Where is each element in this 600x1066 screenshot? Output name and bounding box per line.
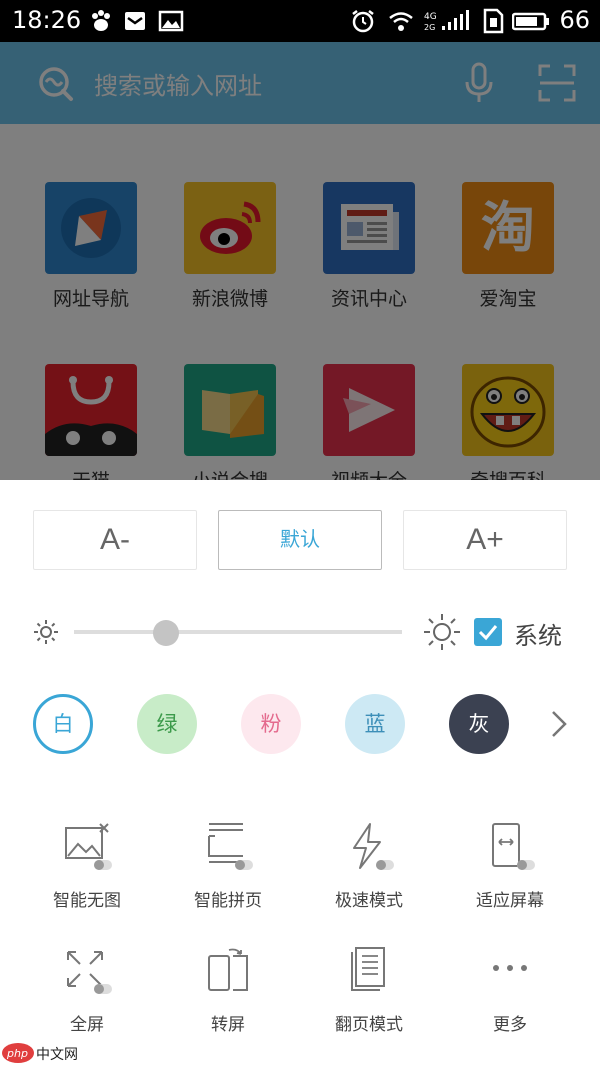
tool-page-merge[interactable]: 智能拼页	[168, 820, 288, 911]
paw-icon	[92, 10, 110, 31]
video-play-icon	[323, 364, 415, 456]
svg-text:2G: 2G	[424, 23, 435, 32]
newspaper-icon	[323, 182, 415, 274]
reading-settings-panel: A- 默认 A+ 系统 白 绿 粉 蓝 灰 智能无图 智能拼页 极速模式 适应屏…	[0, 480, 600, 1066]
tool-no-image[interactable]: 智能无图	[27, 820, 147, 911]
app-weibo[interactable]: 新浪微博	[170, 182, 290, 311]
chevron-right-icon[interactable]	[548, 708, 570, 740]
app-label: 资讯中心	[330, 288, 407, 310]
compass-icon	[45, 182, 137, 274]
app-taobao[interactable]: 淘 爱淘宝	[448, 182, 568, 311]
no-image-icon	[65, 823, 112, 870]
sim-icon	[483, 8, 504, 34]
app-url-nav[interactable]: 网址导航	[31, 182, 151, 311]
checkmark-icon	[478, 625, 498, 641]
brightness-row: 系统	[0, 600, 600, 664]
alarm-icon	[352, 10, 374, 33]
tool-fit-screen[interactable]: 适应屏幕	[450, 820, 570, 911]
app-tmall[interactable]: 天猫	[31, 364, 151, 493]
tool-label: 转屏	[211, 1015, 245, 1035]
scan-icon[interactable]	[538, 64, 576, 102]
app-baike[interactable]: 奇搜百科	[448, 364, 568, 493]
app-news[interactable]: 资讯中心	[309, 182, 429, 311]
tool-label: 适应屏幕	[476, 891, 544, 911]
app-label: 新浪微博	[191, 288, 268, 310]
tool-page-turn[interactable]: 翻页模式	[309, 944, 429, 1035]
tool-fullscreen[interactable]: 全屏	[27, 944, 147, 1035]
book-icon	[184, 364, 276, 456]
app-novel[interactable]: 小说合搜	[170, 364, 290, 493]
system-brightness-label: 系统	[514, 622, 562, 650]
app-label: 爱淘宝	[479, 288, 537, 310]
browser-logo-icon	[39, 67, 73, 101]
smiley-icon	[462, 364, 554, 456]
theme-pink-button[interactable]: 粉	[241, 694, 301, 754]
svg-text:4G: 4G	[424, 12, 437, 22]
more-icon	[493, 965, 527, 971]
tool-speed-mode[interactable]: 极速模式	[309, 820, 429, 911]
weibo-icon	[184, 182, 276, 274]
tool-label: 极速模式	[335, 891, 403, 911]
theme-gray-button[interactable]: 灰	[449, 694, 509, 754]
fullscreen-icon	[67, 951, 112, 994]
brightness-slider[interactable]	[74, 630, 402, 634]
tool-label: 翻页模式	[335, 1015, 403, 1035]
watermark: php 中文网	[0, 1040, 100, 1066]
theme-white-button[interactable]: 白	[33, 694, 93, 754]
battery-percent: 66	[559, 6, 590, 34]
battery-icon	[512, 12, 549, 31]
tool-label: 智能无图	[53, 891, 121, 911]
font-increase-button[interactable]: A+	[403, 510, 567, 570]
lightning-icon	[353, 823, 394, 870]
search-bar[interactable]: 搜索或输入网址	[0, 42, 600, 124]
font-default-button[interactable]: 默认	[218, 510, 382, 570]
tool-label: 智能拼页	[194, 891, 262, 911]
theme-green-button[interactable]: 绿	[137, 694, 197, 754]
tool-label: 更多	[493, 1015, 527, 1035]
tmall-icon	[45, 364, 137, 456]
status-bar: 18:26 4G 2G 66	[0, 0, 600, 42]
system-brightness-checkbox[interactable]	[474, 618, 502, 646]
brightness-high-icon	[424, 614, 460, 650]
taobao-icon: 淘	[462, 182, 554, 274]
font-decrease-button[interactable]: A-	[33, 510, 197, 570]
rotate-screen-icon	[208, 948, 248, 991]
search-input[interactable]: 搜索或输入网址	[94, 66, 262, 101]
wifi-icon	[389, 12, 413, 31]
app-label: 网址导航	[52, 288, 129, 310]
microphone-icon[interactable]	[464, 62, 494, 104]
brightness-low-icon	[34, 620, 58, 644]
tool-more[interactable]: 更多	[450, 944, 570, 1035]
mail-icon	[125, 12, 145, 30]
page-merge-icon	[208, 823, 253, 870]
app-video[interactable]: 视频大全	[309, 364, 429, 493]
status-time: 18:26	[12, 6, 82, 34]
signal-icon: 4G2G	[424, 10, 469, 32]
brightness-slider-thumb[interactable]	[152, 620, 179, 646]
watermark-logo-text: php	[6, 1047, 28, 1060]
app-grid: 网址导航 新浪微博 资讯中心 淘 爱淘宝 天猫 小说合搜 视频大全	[0, 124, 600, 492]
tool-rotate-screen[interactable]: 转屏	[168, 944, 288, 1035]
tool-label: 全屏	[70, 1015, 104, 1035]
theme-blue-button[interactable]: 蓝	[345, 694, 405, 754]
image-icon	[158, 10, 184, 32]
page-turn-icon	[351, 947, 385, 991]
fit-screen-icon	[492, 823, 535, 870]
watermark-text: 中文网	[36, 1047, 78, 1063]
